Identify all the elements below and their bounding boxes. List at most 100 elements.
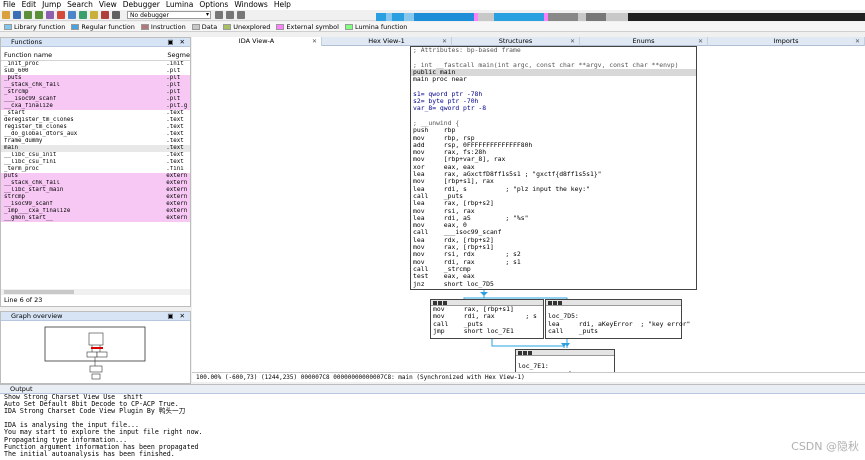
pause-icon[interactable] <box>90 11 98 19</box>
pane-controls[interactable]: ▣ ✕ <box>167 312 187 321</box>
legend-label: Data <box>201 22 218 31</box>
tab-imports[interactable]: Imports ✕ <box>708 37 865 46</box>
tab-close-icon[interactable]: ✕ <box>570 37 575 46</box>
function-name: __cxa_finalize <box>4 103 53 109</box>
save-icon[interactable] <box>13 11 21 19</box>
function-row[interactable]: puts extern <box>1 173 190 180</box>
run-icon[interactable] <box>79 11 87 19</box>
tab-close-icon[interactable]: ✕ <box>442 37 447 46</box>
menu-search[interactable]: Search <box>67 0 93 10</box>
menu-view[interactable]: View <box>99 0 117 10</box>
step-over-icon[interactable] <box>226 11 234 19</box>
function-name: __libc_csu_init <box>4 152 57 158</box>
function-row[interactable]: __stack_chk_fail extern <box>1 180 190 187</box>
function-row[interactable]: main .text <box>1 145 190 152</box>
function-row[interactable]: __isoc99_scanf extern <box>1 201 190 208</box>
legend-item: Library function <box>4 23 65 31</box>
breakpoint-icon[interactable] <box>57 11 65 19</box>
navigation-band[interactable] <box>376 13 865 21</box>
function-segment: .text <box>166 131 184 137</box>
code-line: main proc near <box>413 75 467 84</box>
functions-status: Line 6 of 23 <box>4 296 43 304</box>
function-name: _imp___cxa_finalize <box>4 208 71 214</box>
tab-close-icon[interactable]: ✕ <box>698 37 703 46</box>
function-name: _init_proc <box>4 61 39 67</box>
forward-icon[interactable] <box>35 11 43 19</box>
output-title: Output <box>10 385 33 393</box>
key-error-code-block[interactable]: loc_7D5: lea rdi, aKeyError ; "key error"… <box>545 299 690 339</box>
function-segment: .text <box>166 159 184 165</box>
tab-close-icon[interactable]: ✕ <box>855 37 860 46</box>
success-code-block[interactable]: mov rax, [rbp+s1] mov rdi, rax ; s call _p… <box>430 299 544 339</box>
function-row[interactable]: __stack_chk_fail .plt <box>1 82 190 89</box>
graph-overview-canvas[interactable] <box>43 326 149 382</box>
tab-hex-view-1[interactable]: Hex View-1 ✕ <box>322 37 452 46</box>
function-row[interactable]: deregister_tm_clones .text <box>1 117 190 124</box>
code-line: jnz short loc_7D5 <box>413 279 494 288</box>
output-line: You may start to explore the input file … <box>4 428 203 437</box>
menu-windows[interactable]: Windows <box>234 0 267 10</box>
menu-options[interactable]: Options <box>199 0 228 10</box>
function-row[interactable]: ___isoc99_scanf .plt <box>1 96 190 103</box>
back-icon[interactable] <box>24 11 32 19</box>
pane-controls[interactable]: ▣ ✕ <box>167 38 187 47</box>
legend-swatch <box>191 23 200 30</box>
menu-help[interactable]: Help <box>274 0 291 10</box>
function-row[interactable]: _imp___cxa_finalize extern <box>1 208 190 215</box>
function-name: __stack_chk_fail <box>4 180 60 186</box>
jump-icon[interactable] <box>46 11 54 19</box>
function-row[interactable]: _init_proc .init <box>1 61 190 68</box>
functions-title: Functions <box>11 38 43 46</box>
function-row[interactable]: __libc_csu_fini .text <box>1 159 190 166</box>
open-file-icon[interactable] <box>2 11 10 19</box>
function-row[interactable]: _term_proc .fini <box>1 166 190 173</box>
functions-column-header: Function name Segme <box>1 50 190 61</box>
col-segment[interactable]: Segme <box>167 51 190 59</box>
tab-close-icon[interactable]: ✕ <box>312 37 317 46</box>
legend-item: Regular function <box>71 23 135 31</box>
legend-swatch <box>140 23 149 30</box>
tab-structures[interactable]: Structures ✕ <box>452 37 580 46</box>
exit-code-block[interactable]: loc_7E1:mov eax, 0 <box>515 349 615 372</box>
legend-swatch <box>71 23 80 30</box>
function-row[interactable]: __gmon_start__ extern <box>1 215 190 222</box>
function-row[interactable]: _puts .plt <box>1 75 190 82</box>
function-name: frame_dummy <box>4 138 43 144</box>
menu-jump[interactable]: Jump <box>42 0 61 10</box>
legend-label: External symbol <box>286 22 339 31</box>
menu-file[interactable]: File <box>3 0 16 10</box>
function-row[interactable]: sub_600 .plt <box>1 68 190 75</box>
debugger-select[interactable]: No debugger <box>127 11 211 19</box>
main-code-block[interactable]: ; Attributes: bp-based frame; int __fast… <box>410 46 697 290</box>
function-row[interactable]: _start .text <box>1 110 190 117</box>
col-function-name[interactable]: Function name <box>1 51 167 59</box>
menu-lumina[interactable]: Lumina <box>166 0 194 10</box>
legend-swatch <box>276 23 285 30</box>
function-segment: extern <box>166 180 188 186</box>
legend-label: Lumina function <box>354 22 408 31</box>
function-row[interactable]: __libc_csu_init .text <box>1 152 190 159</box>
graph-icon[interactable] <box>68 11 76 19</box>
function-row[interactable]: _strcmp .plt <box>1 89 190 96</box>
functions-scrollbar[interactable] <box>1 289 190 295</box>
ida-view-graph[interactable]: ; Attributes: bp-based frame; int __fast… <box>192 46 865 372</box>
step-icon[interactable] <box>215 11 223 19</box>
watermark: CSDN @隐秋 <box>791 440 859 453</box>
settings-icon[interactable] <box>112 11 120 19</box>
function-row[interactable]: __do_global_dtors_aux .text <box>1 131 190 138</box>
function-row[interactable]: __libc_start_main extern <box>1 187 190 194</box>
function-row[interactable]: frame_dummy .text <box>1 138 190 145</box>
menu-debugger[interactable]: Debugger <box>123 0 160 10</box>
function-row[interactable]: __cxa_finalize .plt.g <box>1 103 190 110</box>
tab-ida-view-a[interactable]: IDA View-A ✕ <box>192 37 322 46</box>
menu-edit[interactable]: Edit <box>22 0 37 10</box>
function-row[interactable]: strcmp extern <box>1 194 190 201</box>
tab-enums[interactable]: Enums ✕ <box>580 37 708 46</box>
function-name: _strcmp <box>4 89 29 95</box>
stop-icon[interactable] <box>101 11 109 19</box>
legend: Library function Regular function Instruct… <box>0 22 865 32</box>
code-line: ; Attributes: bp-based frame <box>413 46 521 54</box>
function-row[interactable]: register_tm_clones .text <box>1 124 190 131</box>
step-out-icon[interactable] <box>237 11 245 19</box>
view-tabs: IDA View-A ✕ Hex View-1 ✕ Structures ✕ Enums ✕ I… <box>192 37 865 46</box>
